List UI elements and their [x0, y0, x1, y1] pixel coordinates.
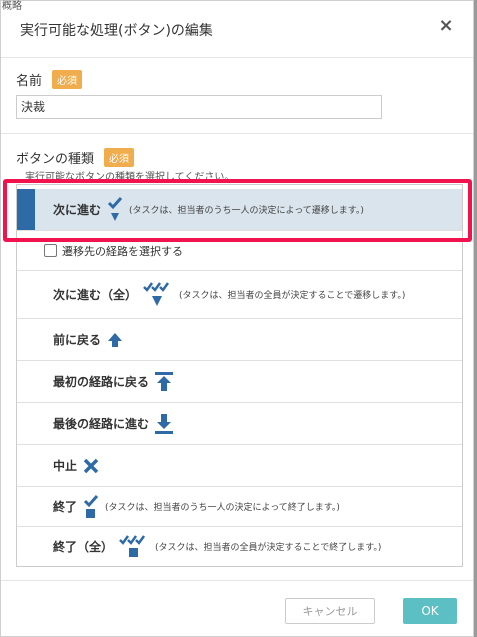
option-description: (タスクは、担当者の全員が決定することで終了します。) [155, 543, 382, 553]
dialog-header: 実行可能な処理(ボタン)の編集 × [1, 1, 473, 58]
check-square-icon [83, 494, 99, 519]
multi-check-arrow-down-icon [143, 281, 173, 308]
option-label: 終了 [53, 500, 78, 514]
backdrop-text: 概略 [2, 1, 22, 12]
option-label: 前に戻る [53, 333, 102, 347]
edit-button-dialog: 実行可能な処理(ボタン)の編集 × 名前 必須 決裁 ボタンの種類 必須 実行可能な… [0, 0, 474, 637]
option-back[interactable]: 前に戻る [17, 319, 462, 361]
close-button[interactable]: × [435, 15, 457, 37]
option-description: (タスクは、担当者のうち一人の決定によって遷移します。) [129, 206, 364, 216]
selected-indicator [17, 189, 35, 230]
button-type-list: 次に進む (タスクは、担当者のうち一人の決定によって遷移します。) 遷移先の経路… [16, 184, 463, 567]
ok-button[interactable]: OK [403, 598, 457, 624]
option-description: (タスクは、担当者のうち一人の決定によって終了します。) [105, 503, 340, 513]
route-select-label[interactable]: 遷移先の経路を選択する [62, 243, 183, 259]
arrow-up-to-line-icon [155, 371, 174, 392]
option-description: (タスクは、担当者の全員が決定することで遷移します。) [179, 291, 406, 301]
arrow-up-icon [107, 332, 123, 348]
option-abort[interactable]: 中止 [17, 445, 462, 487]
option-end[interactable]: 終了 (タスクは、担当者のうち一人の決定によって終了します。) [17, 487, 462, 527]
option-end-all[interactable]: 終了（全） (タスクは、担当者の全員が決定することで終了します。) [17, 527, 462, 566]
option-first-route[interactable]: 最初の経路に戻る [17, 361, 462, 403]
option-label: 次に進む [53, 203, 102, 217]
button-type-hint: 実行可能なボタンの種類を選択してください。 [25, 172, 235, 183]
required-badge: 必須 [52, 70, 83, 89]
cancel-button[interactable]: キャンセル [285, 598, 375, 624]
x-icon [83, 458, 99, 474]
button-type-label-row: ボタンの種類 必須 [16, 148, 135, 167]
footer-divider [1, 580, 473, 581]
name-label-row: 名前 必須 [16, 70, 83, 89]
option-label: 中止 [53, 459, 78, 473]
option-label: 最初の経路に戻る [53, 375, 150, 389]
route-select-row: 遷移先の経路を選択する [17, 231, 462, 271]
multi-check-square-icon [119, 534, 149, 559]
option-last-route[interactable]: 最後の経路に進む [17, 403, 462, 445]
route-select-checkbox[interactable] [44, 244, 57, 257]
name-input[interactable]: 決裁 [16, 95, 382, 119]
arrow-down-to-line-icon [155, 413, 174, 434]
option-label: 終了（全） [53, 540, 114, 554]
option-next[interactable]: 次に進む (タスクは、担当者のうち一人の決定によって遷移します。) [17, 189, 462, 231]
dialog-title: 実行可能な処理(ボタン)の編集 [20, 23, 213, 39]
option-label: 次に進む（全） [53, 288, 138, 302]
option-label: 最後の経路に進む [53, 417, 150, 431]
name-label: 名前 [16, 74, 43, 89]
required-badge: 必須 [104, 148, 135, 167]
button-type-label: ボタンの種類 [16, 152, 95, 167]
option-next-all[interactable]: 次に進む（全） (タスクは、担当者の全員が決定することで遷移します。) [17, 271, 462, 319]
divider [1, 133, 473, 134]
check-arrow-down-icon [107, 196, 123, 223]
